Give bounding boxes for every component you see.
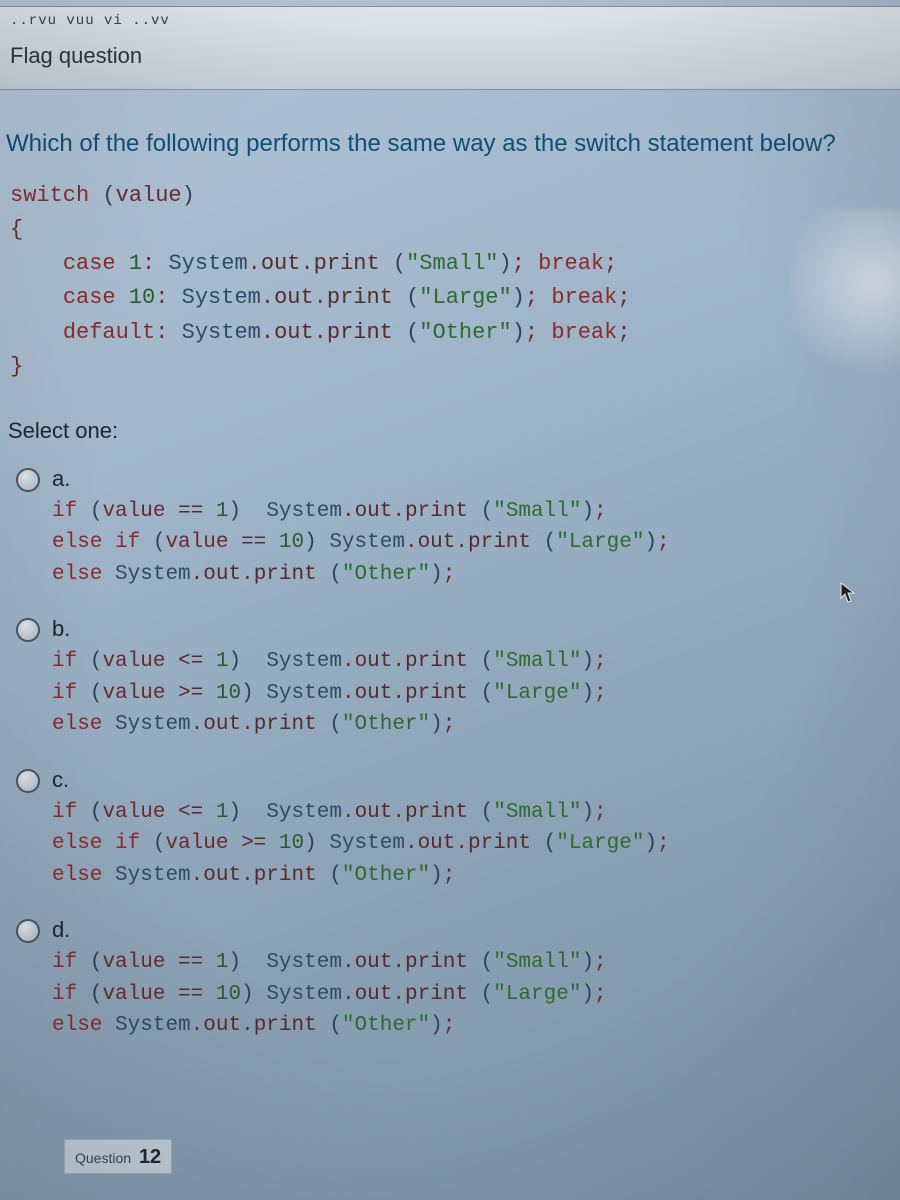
question-number-label: Question <box>75 1150 131 1166</box>
radio-b[interactable] <box>16 618 40 642</box>
option-c-code: if (value <= 1) System.out.print ("Small… <box>52 793 900 894</box>
radio-d[interactable] <box>16 919 40 943</box>
flag-question-link[interactable]: Flag question <box>10 33 890 83</box>
answer-options: a. if (value == 1) System.out.print ("Sm… <box>0 450 900 1054</box>
option-c[interactable]: c. if (value <= 1) System.out.print ("Sm… <box>16 753 900 904</box>
top-bar: ..rvu vuu vi ..vv Flag question <box>0 6 900 90</box>
question-body: Which of the following performs the same… <box>0 90 900 1054</box>
option-d[interactable]: d. if (value == 1) System.out.print ("Sm… <box>16 903 900 1054</box>
option-a[interactable]: a. if (value == 1) System.out.print ("Sm… <box>16 452 900 603</box>
option-b-code: if (value <= 1) System.out.print ("Small… <box>52 642 900 743</box>
partial-text: ..rvu vuu vi ..vv <box>10 13 890 29</box>
question-code-block: switch (value) { case 1: System.out.prin… <box>0 159 900 392</box>
option-d-letter: d. <box>52 915 900 943</box>
radio-c[interactable] <box>16 769 40 793</box>
question-number-box[interactable]: Question 12 <box>64 1139 172 1174</box>
kw-switch: switch <box>10 183 89 208</box>
select-one-label: Select one: <box>0 392 900 450</box>
radio-a[interactable] <box>16 468 40 492</box>
option-a-code: if (value == 1) System.out.print ("Small… <box>52 492 900 593</box>
question-number-value: 12 <box>139 1146 161 1168</box>
option-b-letter: b. <box>52 614 900 642</box>
option-c-letter: c. <box>52 765 900 793</box>
quiz-screen: ..rvu vuu vi ..vv Flag question Which of… <box>0 0 900 1200</box>
question-text: Which of the following performs the same… <box>0 128 900 159</box>
option-d-code: if (value == 1) System.out.print ("Small… <box>52 943 900 1044</box>
option-b[interactable]: b. if (value <= 1) System.out.print ("Sm… <box>16 602 900 753</box>
option-a-letter: a. <box>52 464 900 492</box>
